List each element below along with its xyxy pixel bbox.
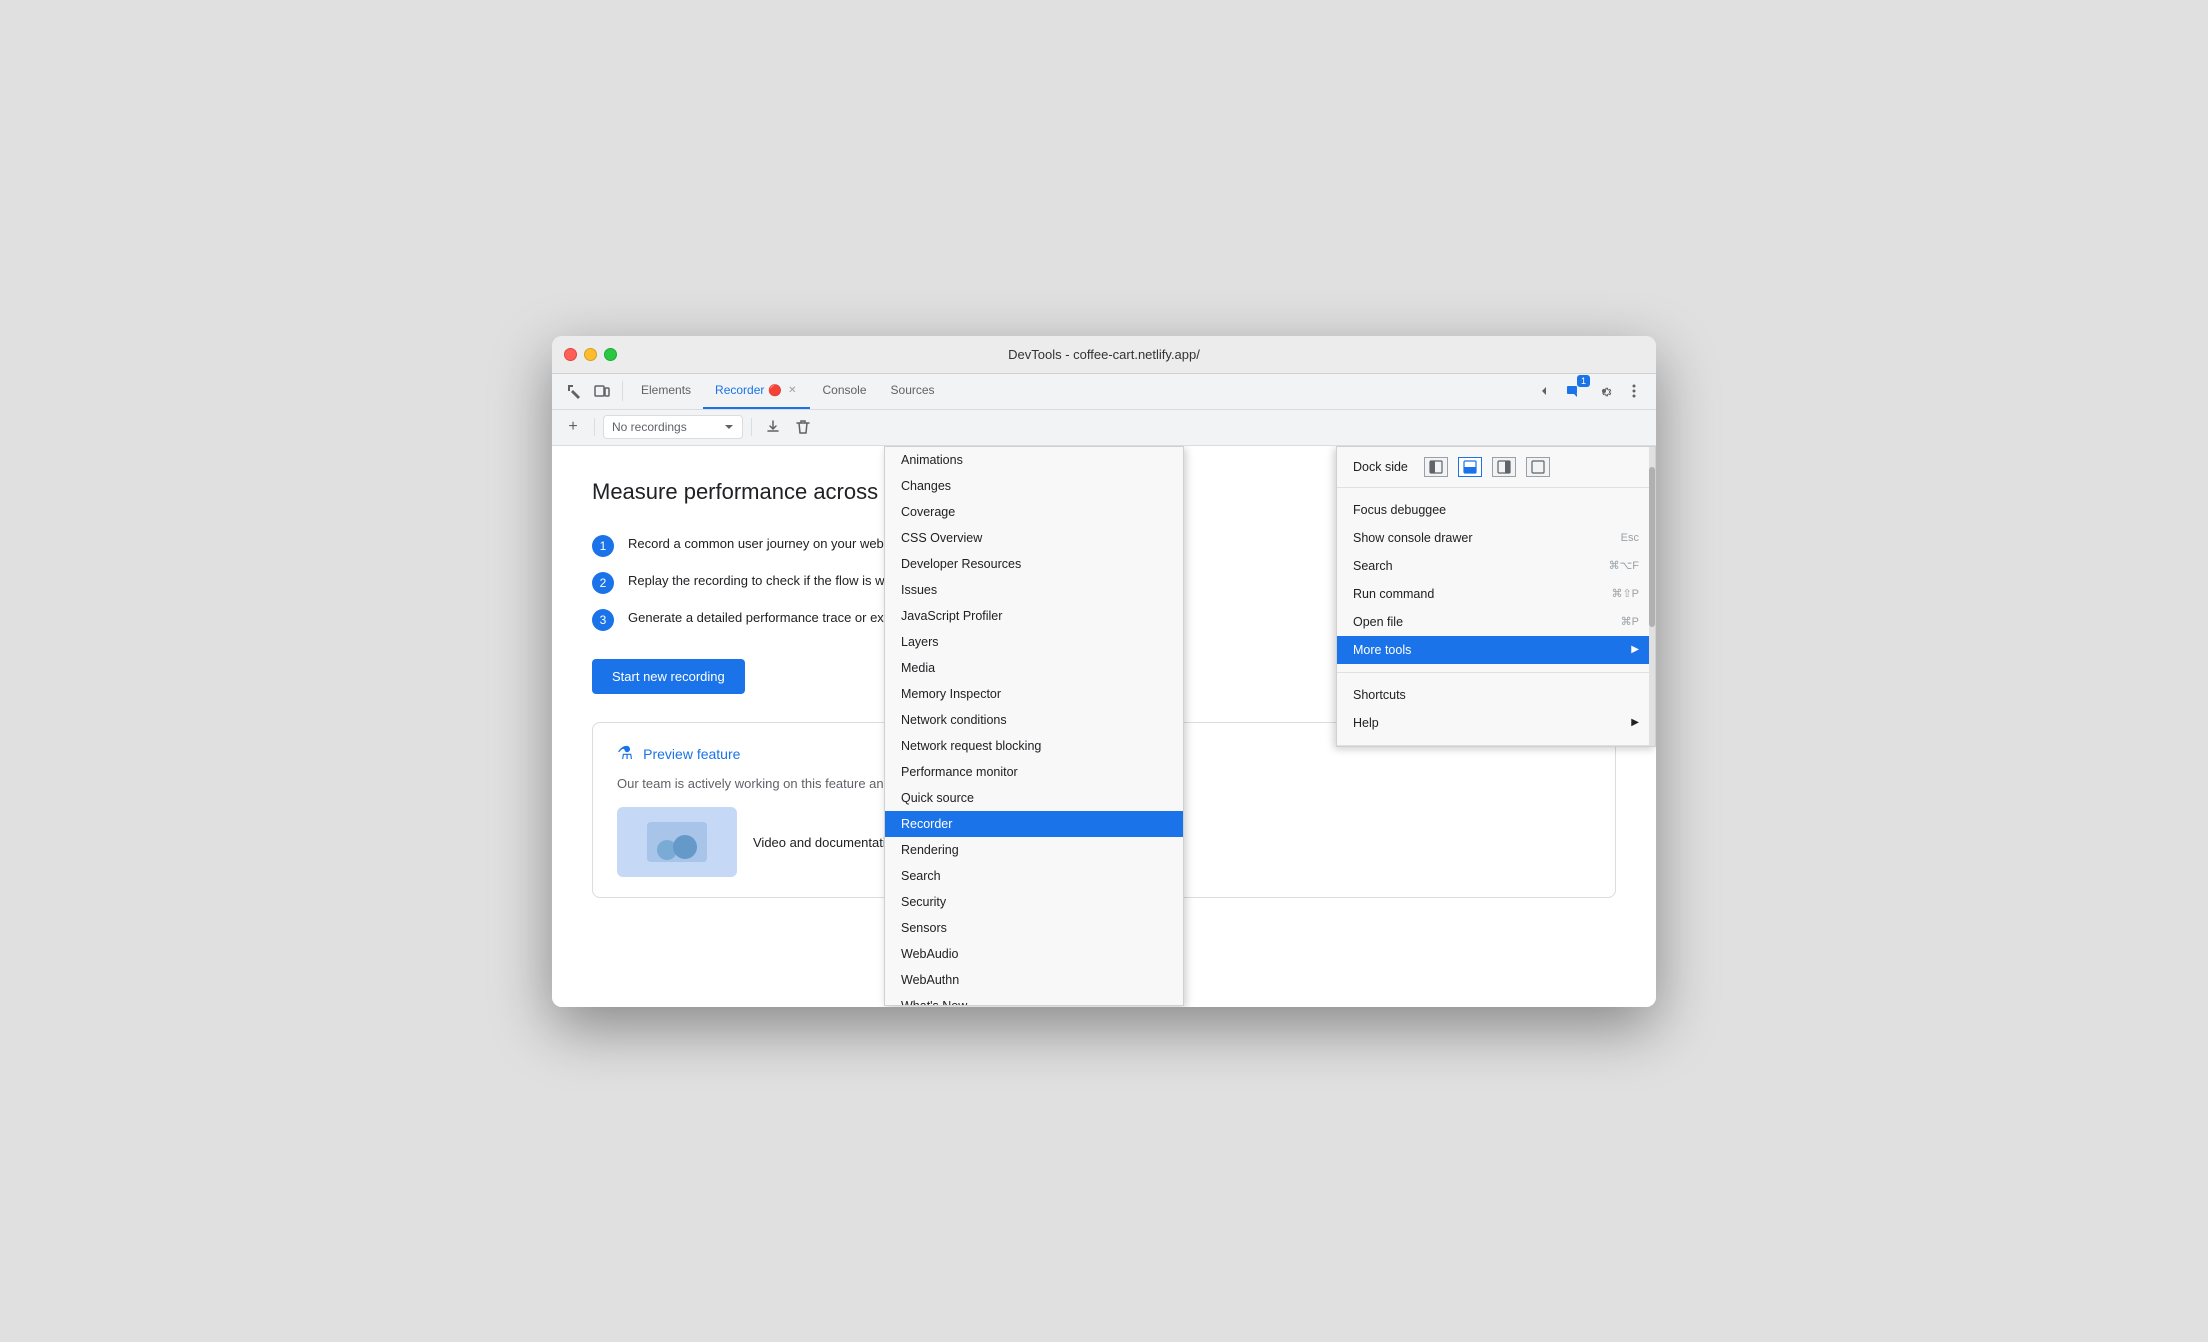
menu-item-webaudio[interactable]: WebAudio [885, 941, 1183, 967]
tab-sources[interactable]: Sources [879, 373, 947, 409]
flask-icon: ⚗ [617, 743, 633, 764]
menu-item-security[interactable]: Security [885, 889, 1183, 915]
content-area: Measure performance across an entire use… [552, 446, 1656, 1007]
menu-item-show-console-drawer[interactable]: Show console drawer Esc [1337, 524, 1655, 552]
menu-item-animations[interactable]: Animations [885, 447, 1183, 473]
notification-btn[interactable]: 1 [1560, 377, 1588, 405]
close-button[interactable] [564, 348, 577, 361]
menu-item-changes[interactable]: Changes [885, 473, 1183, 499]
menu-item-recorder[interactable]: Recorder [885, 811, 1183, 837]
export-btn[interactable] [760, 414, 786, 440]
start-recording-btn[interactable]: Start new recording [592, 659, 745, 694]
devtools-right-icons: 1 [1530, 377, 1648, 405]
settings-btn[interactable] [1590, 377, 1618, 405]
tab-elements[interactable]: Elements [629, 373, 703, 409]
minimize-button[interactable] [584, 348, 597, 361]
menu-item-css-overview[interactable]: CSS Overview [885, 525, 1183, 551]
video-doc-label: Video and documentation [753, 835, 900, 850]
menu-item-more-tools[interactable]: More tools ▶ [1337, 636, 1655, 664]
menu-item-rendering[interactable]: Rendering [885, 837, 1183, 863]
menu-item-layers[interactable]: Layers [885, 629, 1183, 655]
recorder-toolbar: + No recordings [552, 410, 1656, 446]
main-menu-btn[interactable] [1620, 377, 1648, 405]
delete-btn[interactable] [790, 414, 816, 440]
traffic-lights [564, 348, 617, 361]
dock-side-section: Dock side [1337, 447, 1655, 488]
menu-item-search[interactable]: Search [885, 863, 1183, 889]
menu-item-media[interactable]: Media [885, 655, 1183, 681]
menu-item-search-devtools[interactable]: Search ⌘⌥F [1337, 552, 1655, 580]
menu-item-performance-monitor[interactable]: Performance monitor [885, 759, 1183, 785]
menu-scrollbar-track [1649, 447, 1655, 746]
toolbar-sep-2 [751, 418, 752, 436]
menu-section-1: Focus debuggee Show console drawer Esc S… [1337, 488, 1655, 673]
menu-item-network-conditions[interactable]: Network conditions [885, 707, 1183, 733]
menu-item-network-request-blocking[interactable]: Network request blocking [885, 733, 1183, 759]
menu-item-memory-inspector[interactable]: Memory Inspector [885, 681, 1183, 707]
add-recording-btn[interactable]: + [560, 414, 586, 440]
menu-item-quick-source[interactable]: Quick source [885, 785, 1183, 811]
menu-item-sensors[interactable]: Sensors [885, 915, 1183, 941]
menu-item-webauthn[interactable]: WebAuthn [885, 967, 1183, 993]
recordings-select[interactable]: No recordings [603, 415, 743, 439]
step-number-2: 2 [592, 572, 614, 594]
tab-recorder[interactable]: Recorder 🔴 ✕ [703, 373, 810, 409]
inspect-icon-btn[interactable] [560, 377, 588, 405]
toolbar-sep-1 [594, 418, 595, 436]
menu-item-shortcuts[interactable]: Shortcuts [1337, 681, 1655, 709]
step-number-3: 3 [592, 609, 614, 631]
dock-side-right-btn[interactable] [1492, 457, 1516, 477]
menu-item-javascript-profiler[interactable]: JavaScript Profiler [885, 603, 1183, 629]
devtools-tab-bar: Elements Recorder 🔴 ✕ Console Sources 1 [552, 374, 1656, 410]
devtools-window: DevTools - coffee-cart.netlify.app/ Elem… [552, 336, 1656, 1007]
notification-badge: 1 [1577, 375, 1590, 387]
main-menu-dropdown[interactable]: Dock side [1336, 446, 1656, 747]
title-bar: DevTools - coffee-cart.netlify.app/ [552, 336, 1656, 374]
menu-item-whats-new[interactable]: What's New [885, 993, 1183, 1006]
device-toggle-btn[interactable] [588, 377, 616, 405]
menu-item-developer-resources[interactable]: Developer Resources [885, 551, 1183, 577]
tab-recorder-close[interactable]: ✕ [786, 383, 798, 398]
menu-item-focus-debuggee[interactable]: Focus debuggee [1337, 496, 1655, 524]
overflow-tabs-btn[interactable] [1530, 377, 1558, 405]
dock-side-bottom-btn[interactable] [1458, 457, 1482, 477]
dock-side-label: Dock side [1353, 460, 1408, 474]
dock-undocked-btn[interactable] [1526, 457, 1550, 477]
maximize-button[interactable] [604, 348, 617, 361]
menu-section-2: Shortcuts Help ▶ [1337, 673, 1655, 746]
help-arrow: ▶ [1631, 717, 1639, 728]
dock-side-left-btn[interactable] [1424, 457, 1448, 477]
window-title: DevTools - coffee-cart.netlify.app/ [1008, 347, 1200, 362]
menu-item-coverage[interactable]: Coverage [885, 499, 1183, 525]
preview-title: Preview feature [643, 746, 740, 762]
menu-item-run-command[interactable]: Run command ⌘⇧P [1337, 580, 1655, 608]
tab-separator-left [622, 381, 623, 401]
preview-thumbnail [617, 807, 737, 877]
menu-item-open-file[interactable]: Open file ⌘P [1337, 608, 1655, 636]
more-tools-arrow: ▶ [1631, 644, 1639, 655]
step-number-1: 1 [592, 535, 614, 557]
menu-item-issues[interactable]: Issues [885, 577, 1183, 603]
more-tools-dropdown[interactable]: Animations Changes Coverage CSS Overview… [884, 446, 1184, 1006]
tab-console[interactable]: Console [810, 373, 878, 409]
menu-scrollbar-thumb[interactable] [1649, 467, 1655, 627]
menu-item-help[interactable]: Help ▶ [1337, 709, 1655, 737]
